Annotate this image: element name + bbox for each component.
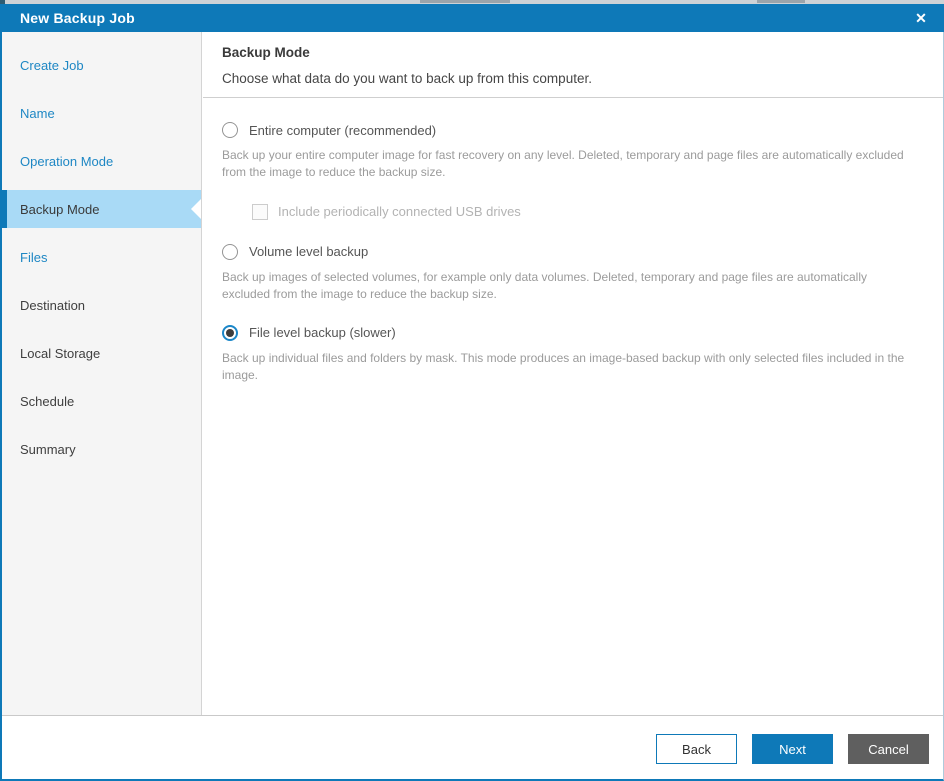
option-description: Back up your entire computer image for f… [222,148,904,180]
sidebar-item-summary: Summary [20,441,76,457]
dialog-body: Create Job Name Operation Mode Backup Mo… [0,32,944,781]
option-description: Back up images of selected volumes, for … [222,269,867,302]
close-icon[interactable]: ✕ [910,7,932,29]
page-subtitle: Choose what data do you want to back up … [222,71,592,86]
dialog-title: New Backup Job [20,10,135,26]
sidebar-item-schedule: Schedule [20,393,75,409]
option-description: Back up individual files and folders by … [222,350,905,382]
wizard-step-content: Backup Mode Choose what data do you want… [203,32,943,715]
page-title: Backup Mode [222,45,310,60]
sidebar-item-backup-mode[interactable]: Backup Mode [2,190,201,228]
back-button[interactable]: Back [656,734,737,764]
sidebar-item-local-storage: Local Storage [20,345,101,361]
radio-button-icon[interactable] [222,122,238,138]
sidebar-item-create-job[interactable]: Create Job [2,41,201,89]
header-divider [203,97,943,98]
radio-entire-computer[interactable]: Entire computer (recommended) [222,122,923,138]
backup-mode-options: Entire computer (recommended) Back up yo… [222,122,923,384]
sidebar-item-name[interactable]: Name [2,89,201,137]
radio-label: Entire computer (recommended) [249,122,437,138]
radio-button-selected-icon[interactable] [222,324,238,341]
radio-label: File level backup (slower) [249,325,396,341]
radio-label: Volume level backup [249,244,369,260]
wizard-steps-sidebar: Create Job Name Operation Mode Backup Mo… [2,32,202,715]
radio-file-level-backup[interactable]: File level backup (slower) [222,324,923,341]
wizard-footer: Back Next Cancel [2,715,943,779]
sidebar-item-destination: Destination [20,297,86,313]
cancel-button[interactable]: Cancel [848,734,929,764]
background-window-fragment [420,0,510,3]
usb-drives-checkbox-row: Include periodically connected USB drive… [252,203,923,220]
next-button[interactable]: Next [752,734,833,764]
dialog-titlebar: New Backup Job ✕ [0,4,944,32]
sidebar-item-operation-mode[interactable]: Operation Mode [2,137,201,185]
checkbox-icon[interactable] [252,203,268,220]
background-window-fragment [757,0,805,3]
radio-button-icon[interactable] [222,243,238,260]
sidebar-item-files[interactable]: Files [2,233,201,281]
radio-volume-level-backup[interactable]: Volume level backup [222,243,923,260]
checkbox-label: Include periodically connected USB drive… [278,204,521,220]
